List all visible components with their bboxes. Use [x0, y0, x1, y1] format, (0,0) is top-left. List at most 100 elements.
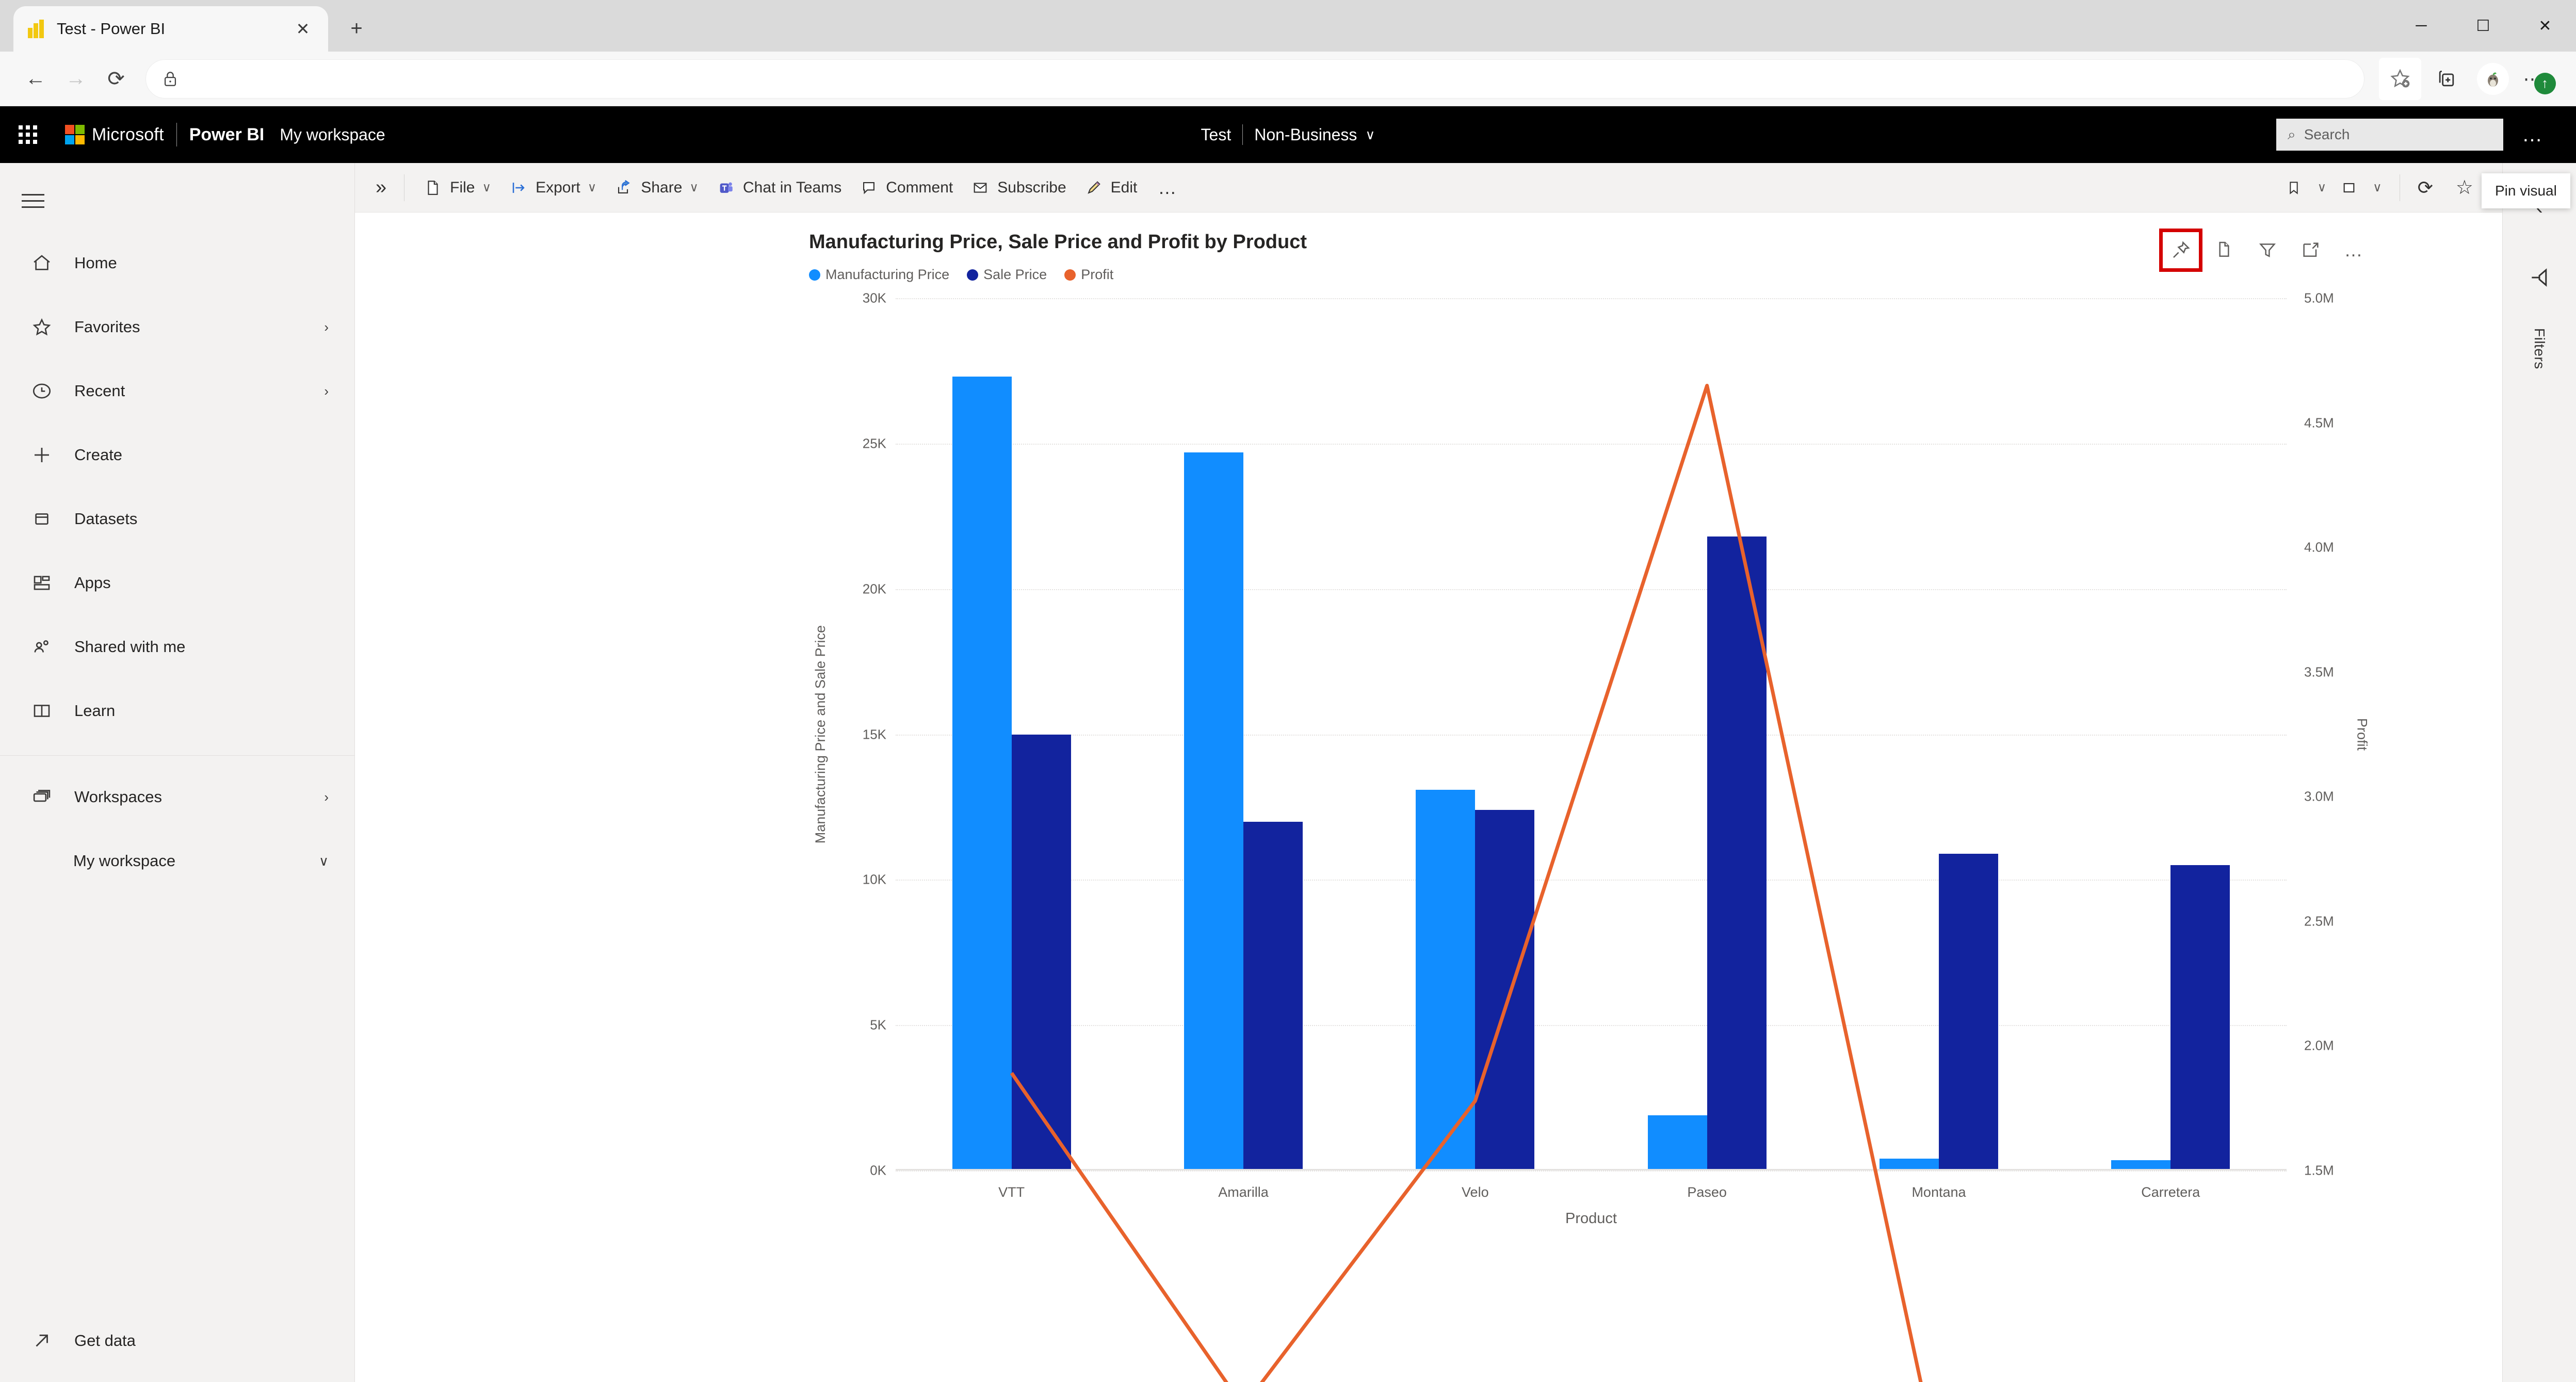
share-icon: [615, 179, 633, 197]
y-tick: 30K: [862, 290, 886, 306]
chevron-down-icon[interactable]: ∨: [1365, 127, 1375, 143]
chevron-right-icon[interactable]: ›: [324, 319, 329, 335]
search-placeholder: Search: [2304, 126, 2350, 142]
comment-button[interactable]: Comment: [851, 170, 962, 205]
legend-item-manufacturing-price[interactable]: Manufacturing Price: [809, 267, 949, 283]
powerbi-brand[interactable]: Power BI: [189, 125, 264, 145]
sidebar-item-datasets[interactable]: Datasets: [0, 487, 354, 551]
export-menu-button[interactable]: Export ∨: [500, 170, 606, 205]
plus-icon: [27, 444, 57, 466]
export-label: Export: [536, 178, 580, 196]
sidebar-item-my-workspace[interactable]: My workspace ∨: [0, 829, 354, 893]
focus-mode-icon[interactable]: [2292, 231, 2330, 269]
sidebar-item-label: Apps: [74, 574, 111, 592]
legend-swatch: [809, 269, 820, 281]
chevron-right-icon[interactable]: ›: [324, 383, 329, 399]
sidebar-item-create[interactable]: Create: [0, 423, 354, 487]
header-more-icon[interactable]: …: [2508, 123, 2557, 147]
favorite-add-icon[interactable]: [2379, 57, 2421, 100]
chevron-down-icon: ∨: [2373, 181, 2382, 194]
browser-menu-icon[interactable]: ⋯ ↑: [2518, 58, 2561, 100]
new-tab-button[interactable]: +: [341, 12, 372, 44]
view-button[interactable]: ∨: [2334, 170, 2389, 205]
combo-chart-visual[interactable]: Manufacturing Price, Sale Price and Prof…: [809, 229, 2373, 1227]
legend-item-sale-price[interactable]: Sale Price: [967, 267, 1047, 283]
expand-pane-icon[interactable]: »: [368, 176, 394, 199]
browser-tab[interactable]: Test - Power BI ✕: [13, 6, 328, 52]
more-commands-icon[interactable]: …: [1146, 177, 1189, 199]
edit-button[interactable]: Edit: [1076, 170, 1147, 205]
minimize-icon[interactable]: ─: [2390, 0, 2452, 52]
microsoft-wordmark: Microsoft: [92, 124, 164, 144]
back-icon[interactable]: ←: [15, 59, 56, 99]
sidebar-item-home[interactable]: Home: [0, 231, 354, 295]
y-tick: 25K: [862, 435, 886, 451]
bookmarks-button[interactable]: ∨: [2278, 170, 2334, 205]
breadcrumb-workspace[interactable]: My workspace: [280, 125, 385, 144]
y2-tick: 3.0M: [2304, 788, 2334, 804]
maximize-icon[interactable]: ☐: [2452, 0, 2514, 52]
header-center: Test Non-Business ∨: [0, 124, 2576, 145]
file-label: File: [450, 178, 475, 196]
chevron-right-icon[interactable]: ›: [324, 789, 329, 805]
menu-icon[interactable]: [22, 181, 62, 221]
legend-item-profit[interactable]: Profit: [1064, 267, 1113, 283]
sensitivity-label[interactable]: Non-Business: [1254, 125, 1357, 144]
search-input[interactable]: ⌕ Search: [2276, 119, 2503, 151]
x-tick-label: Carretera: [2141, 1184, 2200, 1200]
copy-icon[interactable]: [2205, 231, 2243, 269]
subscribe-button[interactable]: Subscribe: [962, 170, 1075, 205]
report-command-bar: » File ∨ Export ∨ Share ∨ Chat in Teams …: [355, 163, 2570, 213]
visual-header-actions: …: [2159, 229, 2373, 272]
lock-icon: [161, 70, 179, 88]
right-rail: ‹ Filters: [2502, 163, 2576, 1382]
microsoft-logo[interactable]: Microsoft: [65, 125, 164, 145]
y-tick: 5K: [870, 1017, 886, 1033]
y-axis-title-left: Manufacturing Price and Sale Price: [812, 625, 828, 844]
reload-icon[interactable]: ⟳: [96, 59, 136, 99]
refresh-icon: ⟳: [2417, 176, 2433, 198]
pencil-icon: [1085, 179, 1103, 197]
report-name: Test: [1201, 125, 1232, 144]
pin-icon[interactable]: [2159, 229, 2202, 272]
sidebar-item-label: Get data: [74, 1331, 136, 1350]
sidebar-item-workspaces[interactable]: Workspaces ›: [0, 765, 354, 829]
profit-line[interactable]: [1012, 385, 2171, 1382]
x-axis-title: Product: [1565, 1210, 1617, 1227]
sidebar-item-apps[interactable]: Apps: [0, 551, 354, 615]
filters-label: Filters: [2532, 328, 2548, 369]
pin-visual-tooltip: Pin visual: [2482, 173, 2570, 208]
share-menu-button[interactable]: Share ∨: [606, 170, 708, 205]
sidebar-item-learn[interactable]: Learn: [0, 679, 354, 743]
address-bar[interactable]: [145, 59, 2364, 99]
chat-in-teams-button[interactable]: Chat in Teams: [708, 170, 851, 205]
sidebar-item-get-data[interactable]: Get data: [0, 1309, 354, 1373]
visual-title: Manufacturing Price, Sale Price and Prof…: [809, 231, 1307, 253]
filter-icon[interactable]: [2248, 231, 2287, 269]
close-icon[interactable]: ✕: [291, 17, 315, 41]
chevron-down-icon: ∨: [482, 181, 492, 194]
people-icon: [27, 636, 57, 658]
sidebar-item-shared-with-me[interactable]: Shared with me: [0, 615, 354, 679]
x-tick-label: Amarilla: [1218, 1184, 1269, 1200]
app-launcher-icon[interactable]: [19, 125, 41, 144]
y-axis-ticks-right: 5.0M 4.5M 4.0M 3.5M 3.0M 2.5M 2.0M 1.5M: [2291, 290, 2347, 1178]
chart-legend: Manufacturing Price Sale Price Profit: [809, 267, 2373, 283]
legend-label: Sale Price: [983, 267, 1047, 282]
sidebar-item-favorites[interactable]: Favorites ›: [0, 295, 354, 359]
sidebar-item-label: Workspaces: [74, 788, 162, 806]
extension-avatar-icon[interactable]: [2472, 58, 2514, 100]
chevron-down-icon[interactable]: ∨: [319, 853, 329, 869]
sidebar-item-label: Home: [74, 254, 117, 272]
search-icon: ⌕: [2288, 126, 2296, 142]
file-icon: [424, 179, 442, 197]
sidebar-item-recent[interactable]: Recent ›: [0, 359, 354, 423]
window-close-icon[interactable]: ✕: [2514, 0, 2576, 52]
refresh-button[interactable]: ⟳: [2410, 170, 2449, 205]
sidebar-item-label: Shared with me: [74, 638, 186, 656]
more-options-icon[interactable]: …: [2335, 231, 2373, 269]
edit-label: Edit: [1110, 178, 1138, 196]
file-menu-button[interactable]: File ∨: [415, 170, 500, 205]
filter-icon[interactable]: [2520, 258, 2559, 297]
collections-icon[interactable]: [2425, 58, 2468, 100]
